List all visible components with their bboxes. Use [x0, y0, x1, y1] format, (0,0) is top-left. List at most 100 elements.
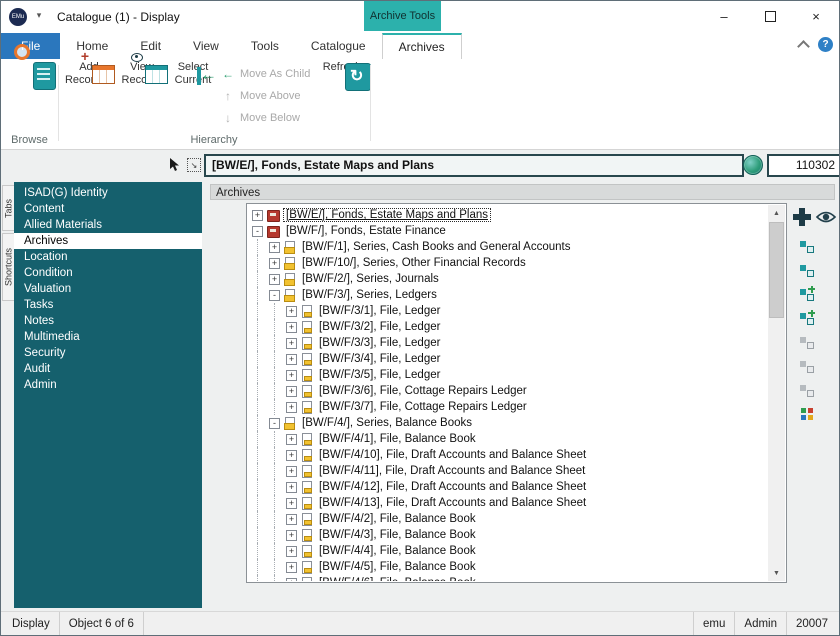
tree-node-label[interactable]: [BW/F/3/3], File, Ledger	[317, 337, 442, 349]
tree-row[interactable]: + [BW/F/4/12], File, Draft Accounts and …	[252, 479, 768, 495]
sidebar-tab[interactable]: Archives	[14, 233, 202, 249]
tree-expander-icon[interactable]: +	[286, 354, 297, 365]
view-node-button[interactable]	[815, 209, 837, 225]
tree-expander-icon[interactable]: +	[286, 322, 297, 333]
tree-row[interactable]: - [BW/F/4/], Series, Balance Books	[252, 415, 768, 431]
sidebar-tab[interactable]: Condition	[14, 265, 202, 281]
tree-row[interactable]: + [BW/F/3/4], File, Ledger	[252, 351, 768, 367]
tree-row[interactable]: + [BW/F/3/3], File, Ledger	[252, 335, 768, 351]
tree-node-label[interactable]: [BW/F/3/4], File, Ledger	[317, 353, 442, 365]
sidebar-tab[interactable]: ISAD(G) Identity	[14, 185, 202, 201]
minimize-button[interactable]: –	[701, 1, 747, 31]
tree-row[interactable]: + [BW/F/4/6], File, Balance Book	[252, 575, 768, 581]
globe-icon[interactable]	[743, 155, 763, 175]
tree-node-label[interactable]: [BW/F/4/6], File, Balance Book	[317, 577, 478, 581]
scroll-down-icon[interactable]: ▼	[768, 565, 785, 581]
tree-row[interactable]: + [BW/F/3/2], File, Ledger	[252, 319, 768, 335]
tree-expander-icon[interactable]: +	[286, 370, 297, 381]
tree-row[interactable]: + [BW/F/3/1], File, Ledger	[252, 303, 768, 319]
add-records-button[interactable]: + Add Records ▾	[63, 61, 115, 139]
tree-expander-icon[interactable]: +	[269, 258, 280, 269]
hierarchy-tool-button[interactable]	[797, 309, 817, 326]
tree-row[interactable]: + [BW/F/4/2], File, Balance Book	[252, 511, 768, 527]
ribbon-tab[interactable]: Tools	[235, 33, 295, 59]
tree-expander-icon[interactable]: +	[286, 482, 297, 493]
tree-node-label[interactable]: [BW/F/3/6], File, Cottage Repairs Ledger	[317, 385, 529, 397]
sidebar-tab[interactable]: Audit	[14, 361, 202, 377]
tree-node-label[interactable]: [BW/F/3/], Series, Ledgers	[300, 289, 439, 301]
sidebar-tab[interactable]: Admin	[14, 377, 202, 393]
tree-row[interactable]: + [BW/F/4/4], File, Balance Book	[252, 543, 768, 559]
app-logo-icon[interactable]: EMu	[9, 8, 27, 26]
tree-node-label[interactable]: [BW/F/4/4], File, Balance Book	[317, 545, 478, 557]
help-icon[interactable]: ?	[818, 37, 833, 52]
sidebar-tab[interactable]: Multimedia	[14, 329, 202, 345]
ribbon-tab[interactable]: View	[177, 33, 235, 59]
record-irn-field[interactable]: 110302	[767, 154, 840, 177]
tree-node-label[interactable]: [BW/F/3/2], File, Ledger	[317, 321, 442, 333]
tree-expander-icon[interactable]: +	[286, 434, 297, 445]
tree-row[interactable]: - [BW/F/3/], Series, Ledgers	[252, 287, 768, 303]
scrollbar-thumb[interactable]	[769, 222, 784, 318]
view-records-button[interactable]: View Records	[117, 61, 167, 139]
tree-node-label[interactable]: [BW/F/4/5], File, Balance Book	[317, 561, 478, 573]
tree-node-label[interactable]: [BW/F/3/7], File, Cottage Repairs Ledger	[317, 401, 529, 413]
sidebar-tab[interactable]: Allied Materials	[14, 217, 202, 233]
collapse-ribbon-icon[interactable]	[797, 40, 810, 53]
tree-expander-icon[interactable]: +	[252, 210, 263, 221]
hierarchy-tool-button[interactable]	[797, 333, 817, 350]
move-below-button[interactable]: ↓ Move Below	[221, 107, 321, 129]
maximize-button[interactable]	[747, 1, 793, 31]
ribbon-tab[interactable]: Archives	[382, 33, 462, 60]
move-above-button[interactable]: ↑ Move Above	[221, 85, 321, 107]
tree-expander-icon[interactable]: +	[286, 530, 297, 541]
tree-expander-icon[interactable]: +	[286, 562, 297, 573]
hierarchy-tool-button[interactable]	[797, 357, 817, 374]
hierarchy-tool-button[interactable]	[797, 261, 817, 278]
tree-row[interactable]: + [BW/E/], Fonds, Estate Maps and Plans	[252, 207, 768, 223]
browse-button[interactable]	[7, 61, 55, 139]
refresh-button[interactable]: ↻ Refresh	[319, 61, 365, 139]
tree-node-label[interactable]: [BW/F/3/5], File, Ledger	[317, 369, 442, 381]
ribbon-tab[interactable]: File	[1, 33, 60, 59]
quick-access-dropdown-icon[interactable]: ▾	[33, 10, 45, 21]
tree-node-label[interactable]: [BW/F/4/13], File, Draft Accounts and Ba…	[317, 497, 588, 509]
tree-node-label[interactable]: [BW/F/4/1], File, Balance Book	[317, 433, 478, 445]
tree-row[interactable]: + [BW/F/2/], Series, Journals	[252, 271, 768, 287]
tree-node-label[interactable]: [BW/F/4/11], File, Draft Accounts and Ba…	[317, 465, 587, 477]
tree-row[interactable]: + [BW/F/3/5], File, Ledger	[252, 367, 768, 383]
tree-row[interactable]: + [BW/F/4/5], File, Balance Book	[252, 559, 768, 575]
tree-node-label[interactable]: [BW/F/3/1], File, Ledger	[317, 305, 442, 317]
tree-node-label[interactable]: [BW/F/4/12], File, Draft Accounts and Ba…	[317, 481, 588, 493]
tree-row[interactable]: + [BW/F/4/13], File, Draft Accounts and …	[252, 495, 768, 511]
tree-node-label[interactable]: [BW/F/1], Series, Cash Books and General…	[300, 241, 572, 253]
sidebar-tab[interactable]: Tasks	[14, 297, 202, 313]
tree-row[interactable]: + [BW/F/4/1], File, Balance Book	[252, 431, 768, 447]
tree-scrollbar[interactable]: ▲ ▼	[768, 205, 785, 581]
close-button[interactable]: ×	[793, 1, 839, 31]
tree-expander-icon[interactable]: +	[286, 386, 297, 397]
tree-expander-icon[interactable]: -	[269, 290, 280, 301]
ribbon-tab[interactable]: Catalogue	[295, 33, 382, 59]
select-all-button[interactable]: ↘	[186, 157, 202, 173]
tree-row[interactable]: + [BW/F/4/10], File, Draft Accounts and …	[252, 447, 768, 463]
tree-node-label[interactable]: [BW/F/10/], Series, Other Financial Reco…	[300, 257, 528, 269]
tree-row[interactable]: + [BW/F/4/3], File, Balance Book	[252, 527, 768, 543]
tree-expander-icon[interactable]: -	[252, 226, 263, 237]
tree-node-label[interactable]: [BW/E/], Fonds, Estate Maps and Plans	[284, 209, 490, 221]
tree-node-label[interactable]: [BW/F/4/3], File, Balance Book	[317, 529, 478, 541]
tree-node-label[interactable]: [BW/F/4/2], File, Balance Book	[317, 513, 478, 525]
tree-expander-icon[interactable]: +	[286, 306, 297, 317]
sidebar-tab[interactable]: Notes	[14, 313, 202, 329]
select-pointer-button[interactable]	[167, 157, 183, 173]
sidebar-tab[interactable]: Location	[14, 249, 202, 265]
hierarchy-tool-button[interactable]	[797, 237, 817, 254]
tree-row[interactable]: + [BW/F/3/6], File, Cottage Repairs Ledg…	[252, 383, 768, 399]
move-as-child-button[interactable]: ← Move As Child	[221, 63, 321, 85]
tree-node-label[interactable]: [BW/F/], Fonds, Estate Finance	[284, 225, 448, 237]
tree-expander-icon[interactable]: +	[286, 402, 297, 413]
tree-expander-icon[interactable]: +	[286, 498, 297, 509]
tree-node-label[interactable]: [BW/F/4/], Series, Balance Books	[300, 417, 474, 429]
hierarchy-tool-button[interactable]	[797, 405, 817, 422]
tree-expander-icon[interactable]: +	[286, 514, 297, 525]
